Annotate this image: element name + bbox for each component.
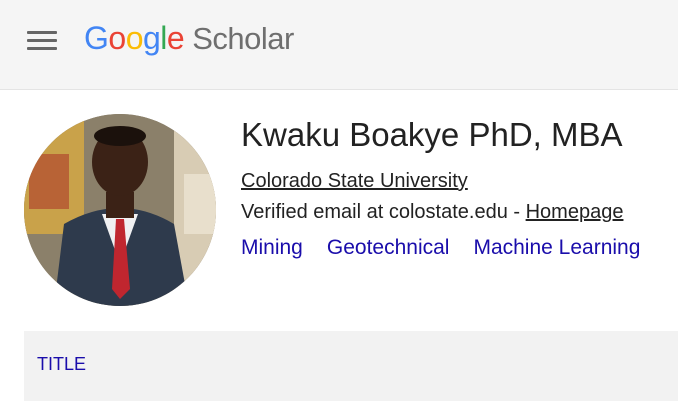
interest-machine-learning[interactable]: Machine Learning — [473, 236, 640, 260]
top-bar: Google Scholar — [0, 0, 678, 90]
profile-name: Kwaku Boakye PhD, MBA — [241, 116, 623, 153]
homepage-link[interactable]: Homepage — [526, 201, 624, 223]
email-line: Verified email at colostate.edu - Homepa… — [241, 201, 623, 224]
logo-letter-5: l — [160, 20, 167, 56]
interest-mining[interactable]: Mining — [241, 236, 303, 260]
logo-letter-2: o — [108, 20, 126, 56]
verified-email-text: Verified email at colostate.edu - — [241, 201, 526, 223]
person-portrait-icon — [24, 114, 216, 306]
logo-letter-3: o — [125, 20, 144, 56]
affiliation-link[interactable]: Colorado State University — [241, 170, 468, 193]
publications-table-header: TITLE — [24, 331, 678, 401]
hamburger-icon[interactable] — [27, 31, 57, 53]
logo-letter-6: e — [166, 20, 185, 56]
interest-geotechnical[interactable]: Geotechnical — [327, 236, 450, 260]
title-column-header[interactable]: TITLE — [37, 354, 86, 375]
research-interests: Mining Geotechnical Machine Learning — [241, 236, 640, 260]
logo-letter-1: G — [84, 20, 109, 56]
profile-photo — [24, 114, 216, 306]
logo-letter-4: g — [142, 20, 161, 56]
google-scholar-logo[interactable]: Google Scholar — [84, 20, 294, 60]
logo-suffix: Scholar — [192, 21, 294, 56]
